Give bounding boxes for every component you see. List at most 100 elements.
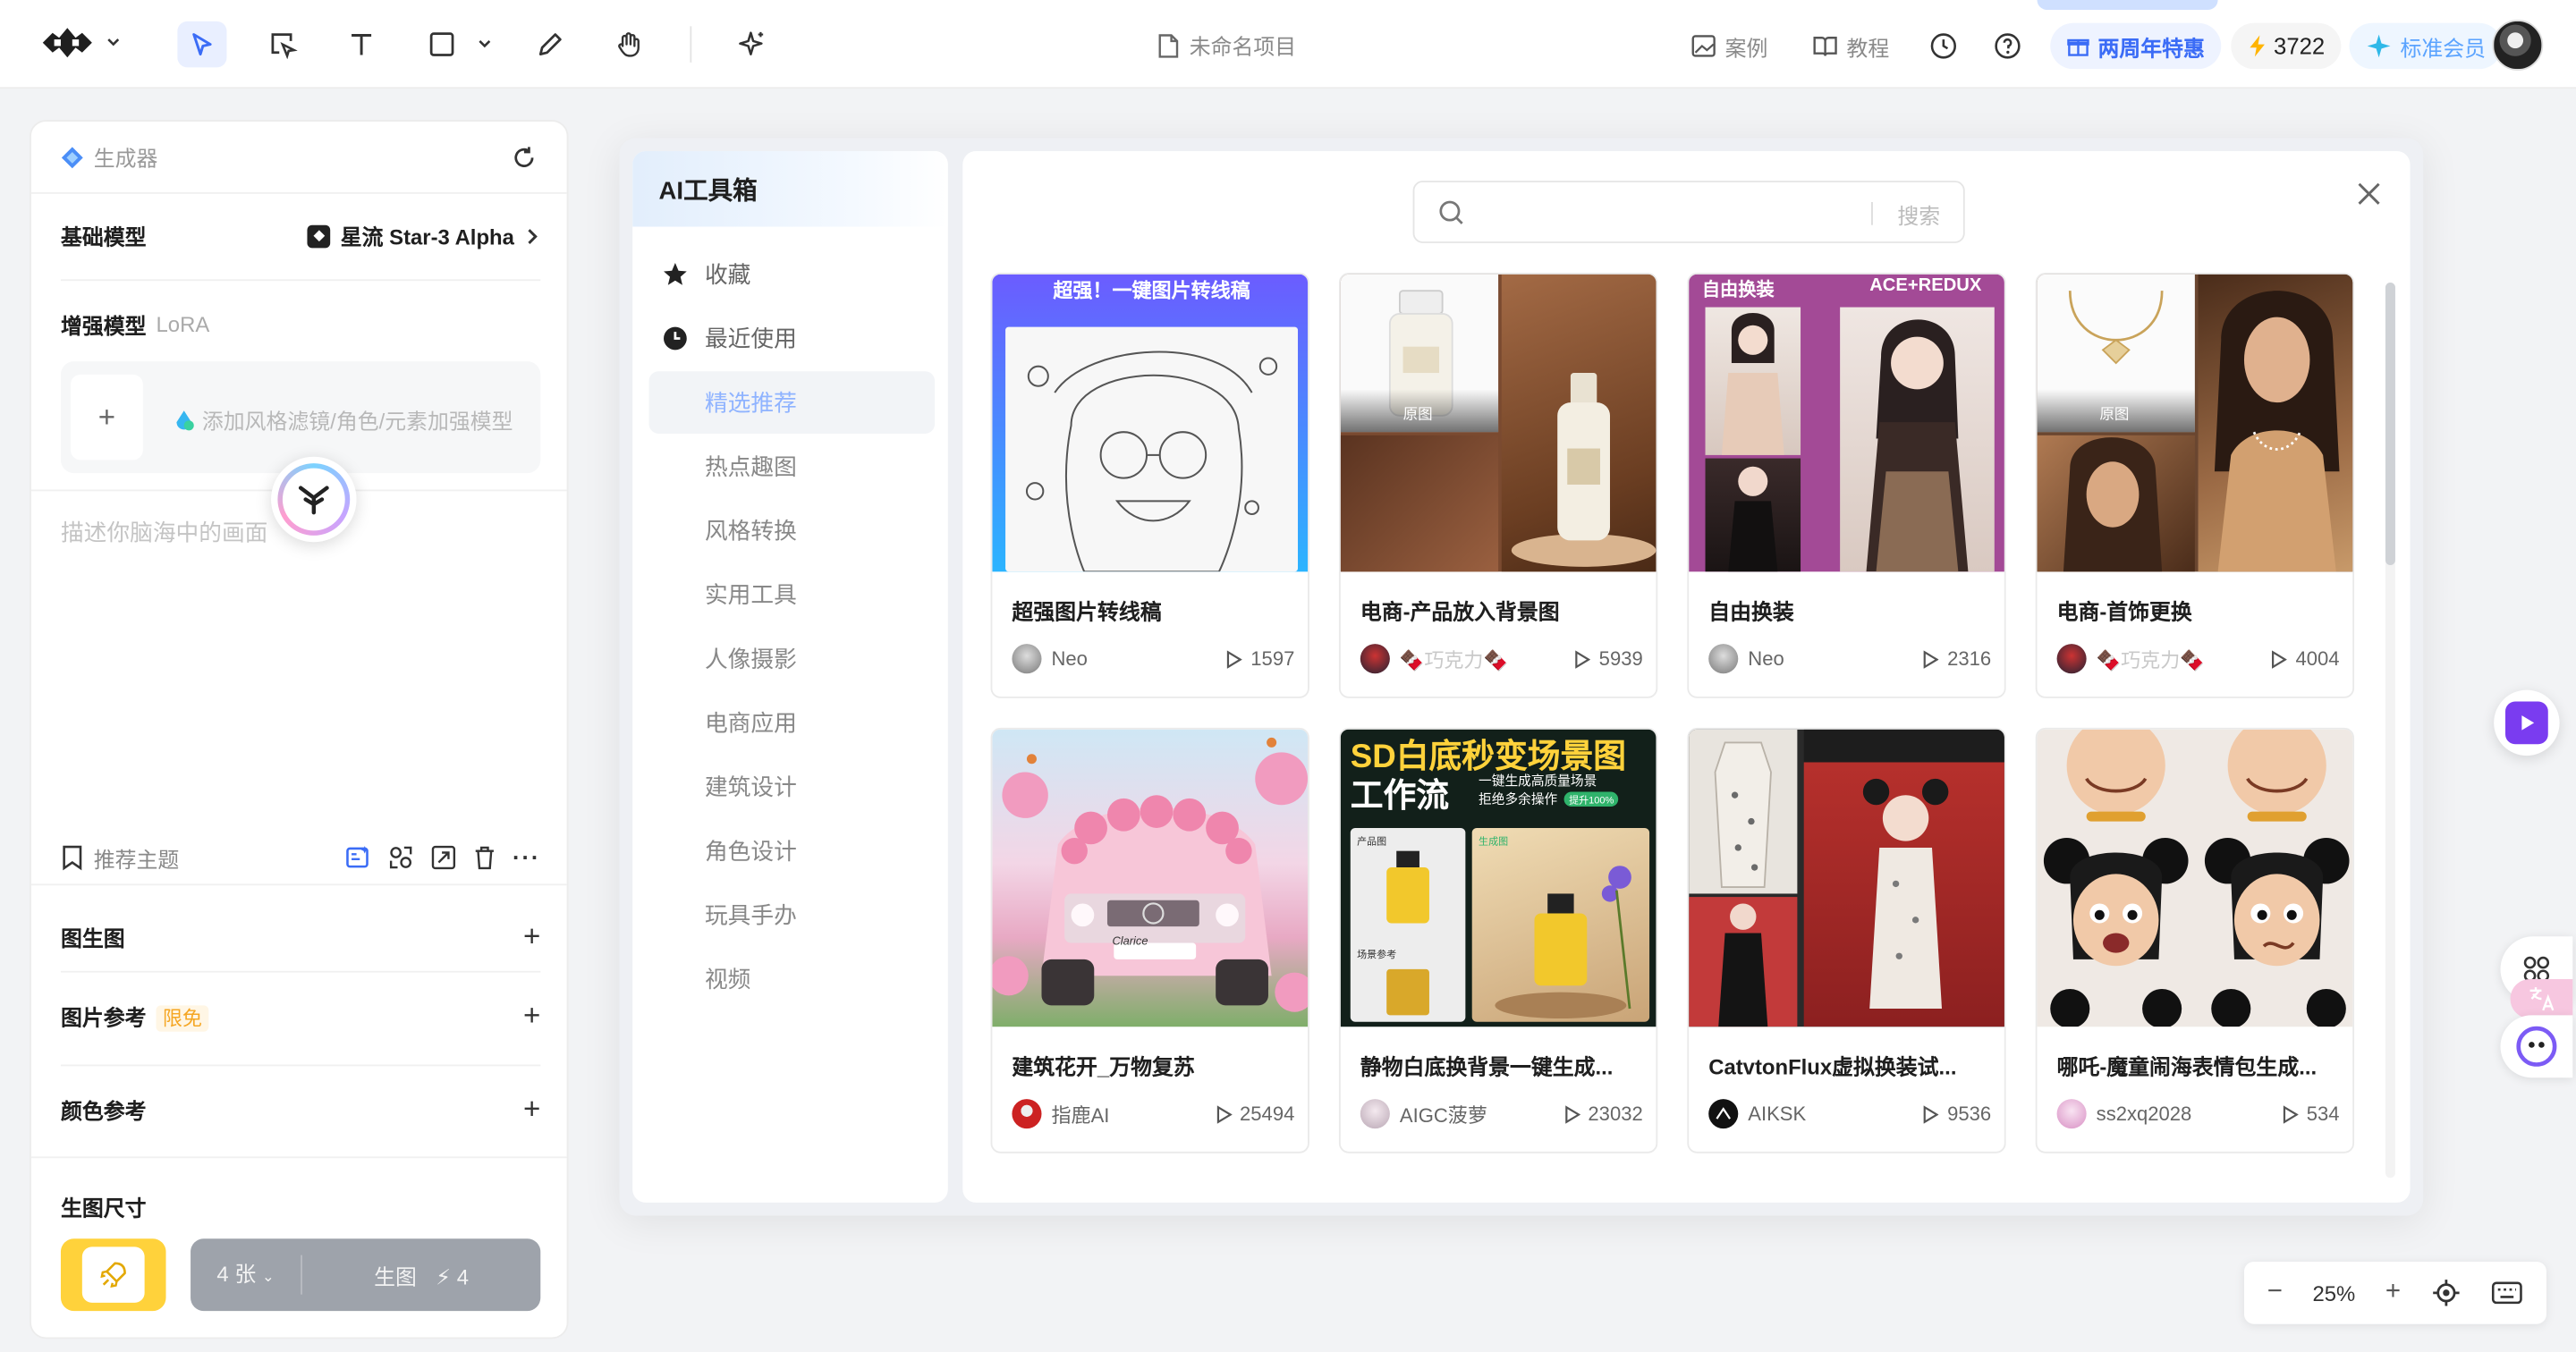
cursor-icon xyxy=(192,33,212,56)
shape-dropdown-button[interactable] xyxy=(467,21,503,67)
sidebar-item-ecommerce[interactable]: 电商应用 xyxy=(649,691,936,754)
prompt-input[interactable]: 描述你脑海中的画面 xyxy=(61,516,267,549)
card-subline-2-text: 拒绝多余操作 xyxy=(1479,791,1558,807)
turbo-mode-button[interactable] xyxy=(60,1238,166,1312)
card-author[interactable]: ss2xq2028 xyxy=(2056,1099,2191,1129)
generator-title: 生成器 xyxy=(93,146,158,172)
card-author[interactable]: 指鹿AI xyxy=(1012,1099,1109,1129)
tool-card[interactable]: 哪吒-魔童闹海表情包生成... ss2xq2028 534 xyxy=(2035,727,2355,1153)
hand-tool-button[interactable] xyxy=(605,21,654,67)
help-button[interactable] xyxy=(1993,23,2022,69)
translate-button[interactable] xyxy=(2510,978,2573,1019)
original-tag: 原图 xyxy=(2099,405,2130,423)
video-player-button[interactable] xyxy=(2494,689,2560,756)
refresh-icon[interactable] xyxy=(511,144,537,170)
lora-add-area[interactable]: + 添加风格滤镜/角色/元素加强模型 xyxy=(60,361,541,474)
tool-card[interactable]: Clarice 建筑花开_万物复苏 指鹿AI 25494 xyxy=(990,727,1309,1153)
sidebar-item-favorites[interactable]: 收藏 xyxy=(649,243,936,306)
ai-magic-tool-button[interactable] xyxy=(728,21,777,67)
sidebar-item-portrait[interactable]: 人像摄影 xyxy=(649,628,936,690)
sidebar-item-toys[interactable]: 玩具手办 xyxy=(649,883,936,946)
user-avatar[interactable] xyxy=(2492,20,2544,71)
add-img2img-icon[interactable]: + xyxy=(523,920,540,955)
anniversary-label: 两周年特惠 xyxy=(2097,35,2205,61)
base-model-row[interactable]: 基础模型 ◆ 星流 Star-3 Alpha xyxy=(61,220,540,251)
card-author[interactable]: 🍫巧克力🍫 xyxy=(1360,644,1508,674)
scrollbar-thumb[interactable] xyxy=(2385,282,2395,565)
zoom-out-button[interactable]: − xyxy=(2267,1278,2283,1307)
pen-tool-button[interactable] xyxy=(526,21,575,67)
trash-icon[interactable] xyxy=(473,844,496,870)
zoom-value[interactable]: 25% xyxy=(2312,1280,2355,1306)
original-necklace-image: 原图 xyxy=(2037,274,2195,433)
document-icon xyxy=(1158,33,1179,57)
shape-tool-button[interactable] xyxy=(418,21,467,67)
membership-button[interactable]: 标准会员 xyxy=(2349,22,2503,70)
app-logo-menu[interactable] xyxy=(39,23,122,63)
card-author[interactable]: AIKSK xyxy=(1708,1099,1806,1129)
generator-panel: 生成器 基础模型 ◆ 星流 Star-3 Alpha 增强模型 LoRA + 添… xyxy=(30,120,569,1339)
color-reference-row[interactable]: 颜色参考 + xyxy=(61,1093,540,1128)
history-button[interactable] xyxy=(1928,23,1958,69)
credits-balance[interactable]: 3722 xyxy=(2231,22,2342,70)
more-icon[interactable]: ··· xyxy=(513,844,540,870)
anniversary-promo-button[interactable]: 两周年特惠 xyxy=(2050,22,2222,70)
base-model-selector[interactable]: ◆ 星流 Star-3 Alpha xyxy=(308,220,540,251)
add-image-reference-icon[interactable]: + xyxy=(523,999,540,1034)
sidebar-item-trending[interactable]: 热点趣图 xyxy=(649,435,936,498)
card-thumbnail: 超强！一键图片转线稿 xyxy=(992,274,1309,572)
sidebar-item-recent[interactable]: 最近使用 xyxy=(649,308,936,370)
sidebar-item-character[interactable]: 角色设计 xyxy=(649,820,936,883)
chevron-down-icon: ⌄ xyxy=(261,1268,275,1285)
image-count-select[interactable]: 4 张 ⌄ xyxy=(191,1255,302,1295)
hand-icon xyxy=(618,32,640,57)
generated-chip: 生成图 xyxy=(1479,837,1509,848)
document-title[interactable]: 未命名项目 xyxy=(1157,30,1296,61)
tutorial-button[interactable]: 教程 xyxy=(1812,23,1889,69)
search-input[interactable]: 搜索 xyxy=(1412,181,1965,243)
recommend-theme-button[interactable]: 推荐主题 xyxy=(61,842,179,874)
image-to-prompt-icon[interactable] xyxy=(387,844,413,870)
avatar xyxy=(1360,644,1390,674)
cases-button[interactable]: 案例 xyxy=(1690,23,1767,69)
card-author[interactable]: 🍫巧克力🍫 xyxy=(2056,644,2205,674)
frame-select-tool-button[interactable] xyxy=(258,21,307,67)
sidebar-item-utilities[interactable]: 实用工具 xyxy=(649,563,936,626)
add-color-reference-icon[interactable]: + xyxy=(523,1093,540,1128)
sidebar-item-video[interactable]: 视频 xyxy=(649,948,936,1010)
img2img-row[interactable]: 图生图 + xyxy=(61,920,540,955)
text-tool-button[interactable] xyxy=(337,21,386,67)
prompt-enhance-icon[interactable] xyxy=(345,844,371,870)
keyboard-icon[interactable] xyxy=(2490,1280,2523,1306)
card-subline-2: 拒绝多余操作 提升100% xyxy=(1479,790,1619,808)
close-icon[interactable] xyxy=(2352,177,2385,210)
card-author[interactable]: Neo xyxy=(1708,644,1784,674)
generate-button-group: 4 张 ⌄ 生图 ⚡ 4 xyxy=(191,1238,541,1312)
assistant-bot-button[interactable] xyxy=(271,456,357,543)
author-name: AIGC菠萝 xyxy=(1399,1103,1487,1127)
ai-toolbox-modal: AI工具箱 收藏 最近使用 精选推荐 热点趣图 风格转换 实用工具 人像摄影 电… xyxy=(619,138,2424,1216)
sidebar-item-architecture[interactable]: 建筑设计 xyxy=(649,756,936,818)
tool-card[interactable]: 原图 电商-首饰更换 🍫巧克力🍫 4004 xyxy=(2035,272,2355,698)
tool-card[interactable]: 原图 电商-产品放入背景图 🍫巧克力🍫 5939 xyxy=(1338,272,1658,698)
translate-icon xyxy=(2529,987,2555,1011)
scrollbar[interactable] xyxy=(2385,282,2395,1179)
translate-frame-icon[interactable] xyxy=(430,844,456,870)
locate-icon[interactable] xyxy=(2431,1278,2461,1307)
card-author[interactable]: Neo xyxy=(1012,644,1088,674)
avatar xyxy=(1708,1099,1739,1129)
tool-card[interactable]: SD白底秒变场景图 工作流 一键生成高质量场景 拒绝多余操作 提升100% 产品图… xyxy=(1338,727,1658,1153)
card-author[interactable]: AIGC菠萝 xyxy=(1360,1099,1487,1129)
assistant-chat-button[interactable] xyxy=(2500,1015,2573,1078)
image-reference-row[interactable]: 图片参考 限免 + xyxy=(61,999,540,1034)
tool-card[interactable]: CatvtonFlux虚拟换装试... AIKSK 9536 xyxy=(1687,727,2006,1153)
select-tool-button[interactable] xyxy=(177,21,227,68)
tool-card[interactable]: 超强！一键图片转线稿 超强图片转线稿 Neo 1597 xyxy=(990,272,1309,698)
add-lora-button[interactable]: + xyxy=(70,374,143,461)
generator-diamond-icon xyxy=(61,146,83,168)
generate-button[interactable]: 生图 ⚡ 4 xyxy=(302,1259,540,1290)
zoom-in-button[interactable]: + xyxy=(2385,1278,2401,1307)
sidebar-item-featured[interactable]: 精选推荐 xyxy=(648,371,936,435)
sidebar-item-style-transfer[interactable]: 风格转换 xyxy=(649,500,936,562)
tool-card[interactable]: 自由换装 ACE+REDUX 自由换装 Neo 2316 xyxy=(1687,272,2006,698)
